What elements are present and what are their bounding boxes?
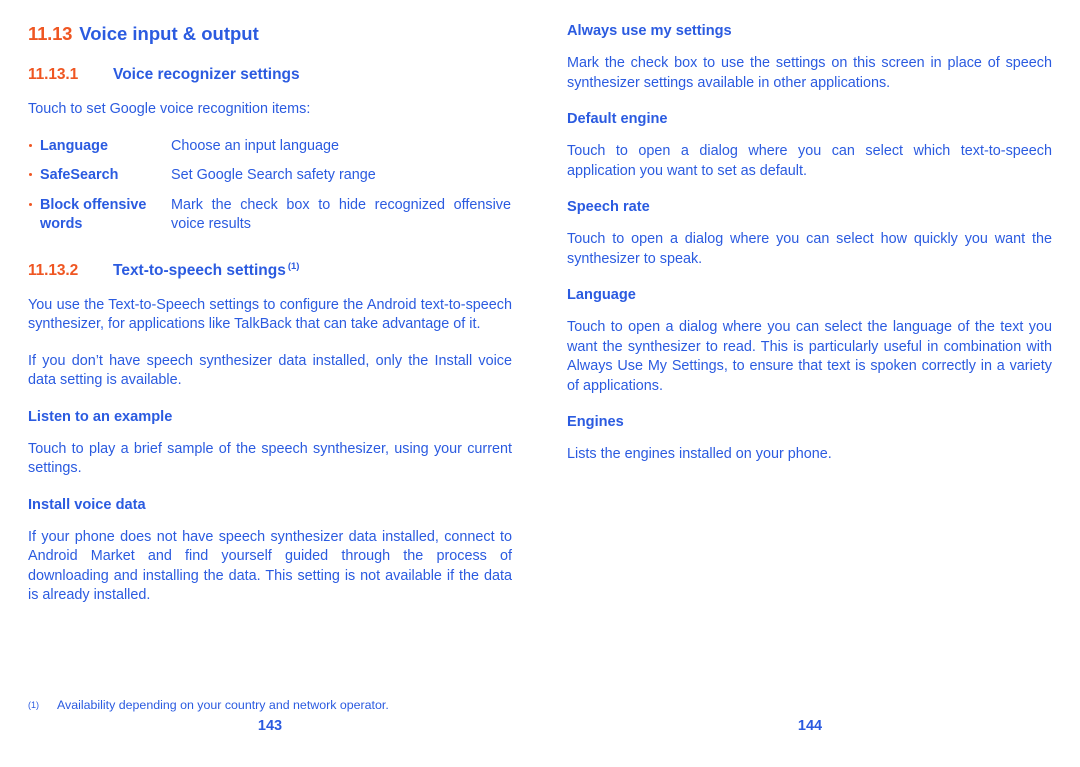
right-page-column: Always use my settings Mark the check bo… [567, 0, 1052, 482]
subheading-language: Language [567, 287, 636, 303]
section-title: Text-to-speech settings [113, 261, 286, 279]
subheading-speech-rate: Speech rate [567, 199, 650, 215]
section-number: 11.13.1 [28, 66, 79, 83]
subheading-engines: Engines [567, 414, 624, 430]
section-heading-11-13-1: 11.13.1 Voice recognizer settings [28, 65, 512, 85]
voice-recognizer-intro: Touch to set Google voice recognition it… [28, 101, 311, 117]
list-item: Block offensive words Mark the check box … [28, 196, 512, 235]
text-to-speech-paragraph-2: If you don’t have speech synthesizer dat… [28, 352, 512, 389]
subheading-always-use-my-settings: Always use my settings [567, 23, 732, 39]
subheading-default-engine: Default engine [567, 111, 668, 127]
setting-description: Mark the check box to hide recognized of… [171, 196, 511, 233]
engines-body: Lists the engines installed on your phon… [567, 446, 832, 462]
language-body: Touch to open a dialog where you can sel… [567, 319, 1052, 394]
default-engine-body: Touch to open a dialog where you can sel… [567, 143, 1052, 179]
chapter-number: 11.13 [28, 23, 73, 44]
text-to-speech-paragraph-1: You use the Text-to-Speech settings to c… [28, 296, 512, 333]
list-item: Language Choose an input language [28, 137, 512, 157]
setting-description: Choose an input language [171, 137, 340, 154]
page-number-left: 143 [257, 718, 283, 734]
chapter-name: Voice input & output [79, 23, 259, 44]
bullet-dot-icon [29, 143, 32, 147]
speech-rate-body: Touch to open a dialog where you can sel… [567, 231, 1052, 267]
section-heading-11-13-2: 11.13.2 Text-to-speech settings (1) [28, 257, 512, 281]
list-item: SafeSearch Set Google Search safety range [28, 166, 512, 186]
subheading-listen-to-an-example: Listen to an example [28, 408, 173, 425]
footnote-marker: (1) [28, 700, 39, 710]
voice-recognizer-settings-list: Language Choose an input language SafeSea… [28, 137, 512, 235]
setting-term: SafeSearch [40, 167, 119, 183]
setting-term: Language [40, 137, 108, 154]
section-number: 11.13.2 [28, 261, 79, 279]
manual-page-spread: 11.13 Voice input & output 11.13.1 Voice r… [0, 0, 1080, 767]
page-number-right: 144 [797, 718, 823, 734]
subheading-install-voice-data: Install voice data [28, 496, 146, 513]
bullet-dot-icon [29, 202, 32, 206]
listen-to-an-example-body: Touch to play a brief sample of the spee… [28, 440, 512, 477]
bullet-dot-icon [29, 173, 32, 176]
left-page-column: 11.13 Voice input & output 11.13.1 Voice r… [28, 0, 512, 623]
footnote: (1) Availability depending on your countr… [28, 697, 508, 716]
setting-description: Set Google Search safety range [171, 167, 376, 183]
footnote-text: Availability depending on your country a… [57, 698, 389, 712]
always-use-my-settings-body: Mark the check box to use the settings o… [567, 55, 1052, 91]
install-voice-data-body: If your phone does not have speech synth… [28, 528, 512, 604]
footnote-reference-marker: (1) [287, 260, 300, 272]
chapter-title: 11.13 Voice input & output [28, 22, 512, 46]
setting-term: Block offensive words [40, 196, 147, 233]
section-title: Voice recognizer settings [113, 66, 300, 83]
